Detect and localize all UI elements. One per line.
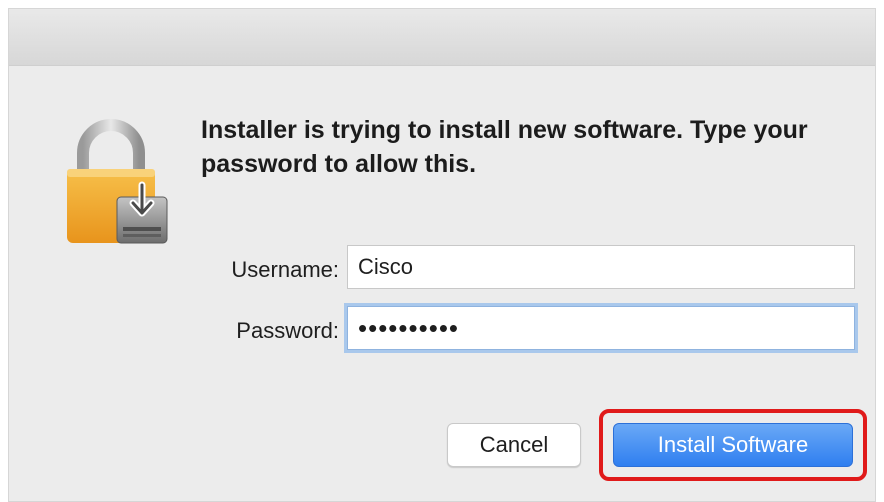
password-row: Password: bbox=[199, 306, 869, 356]
dialog-message: Installer is trying to install new softw… bbox=[201, 116, 808, 178]
dialog-titlebar[interactable] bbox=[9, 9, 875, 66]
lock-installer-icon bbox=[61, 115, 181, 255]
username-field[interactable] bbox=[347, 245, 855, 289]
install-software-button[interactable]: Install Software bbox=[613, 423, 853, 467]
authentication-dialog: Installer is trying to install new softw… bbox=[8, 8, 876, 502]
username-label: Username: bbox=[231, 257, 339, 282]
password-label: Password: bbox=[236, 318, 339, 343]
cancel-button[interactable]: Cancel bbox=[447, 423, 581, 467]
password-field[interactable] bbox=[347, 306, 855, 350]
username-row: Username: bbox=[199, 245, 869, 295]
